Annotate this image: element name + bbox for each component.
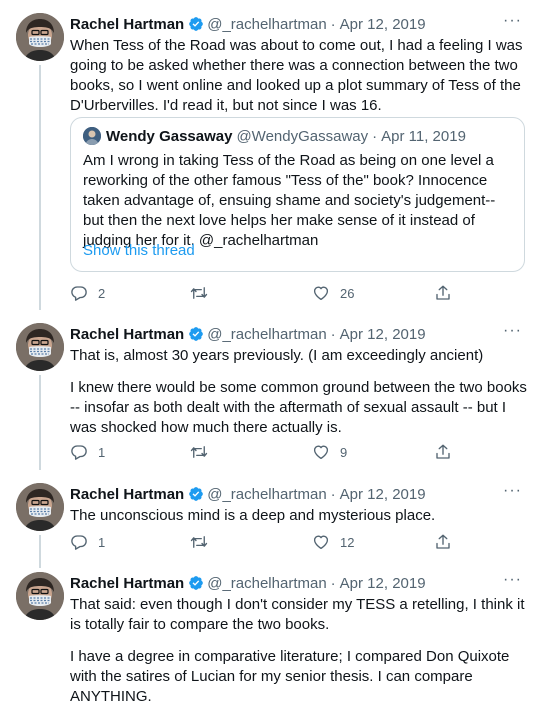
avatar[interactable] <box>16 483 64 531</box>
like-icon <box>312 443 330 461</box>
separator: · <box>330 325 336 343</box>
more-icon[interactable]: ··· <box>503 323 522 339</box>
tweet-actions: 2 26 <box>70 284 470 304</box>
tweet-text-paragraph-2: I have a degree in comparative literatur… <box>70 648 510 705</box>
retweet-icon <box>190 533 208 551</box>
like-icon <box>312 533 330 551</box>
author-handle[interactable]: @_rachelhartman <box>207 326 326 343</box>
tweet-text: The unconscious mind is a deep and myste… <box>70 507 436 524</box>
tweet-header: Rachel Hartman @_rachelhartman · Apr 12,… <box>70 572 426 594</box>
like-count: 12 <box>340 534 355 550</box>
reply-icon <box>70 533 88 551</box>
avatar-image <box>16 323 64 371</box>
tweet-header: Rachel Hartman @_rachelhartman · Apr 12,… <box>70 13 426 35</box>
reply-button[interactable]: 1 <box>70 443 105 461</box>
thread-line <box>39 375 41 470</box>
like-button[interactable]: 9 <box>312 443 347 461</box>
quoted-tweet[interactable]: Wendy Gassaway @WendyGassaway · Apr 11, … <box>70 117 525 272</box>
verified-icon <box>188 326 204 342</box>
tweet-1[interactable]: Rachel Hartman @_rachelhartman · Apr 12,… <box>0 13 540 313</box>
reply-count: 1 <box>98 444 106 460</box>
avatar[interactable] <box>16 323 64 371</box>
avatar[interactable] <box>16 13 64 61</box>
quoted-avatar <box>83 127 101 145</box>
tweet-text-paragraph-2: I knew there would be some common ground… <box>70 379 527 436</box>
share-icon <box>434 284 452 302</box>
more-icon[interactable]: ··· <box>503 13 522 29</box>
reply-button[interactable]: 2 <box>70 284 105 302</box>
thread-line <box>39 65 41 310</box>
verified-icon <box>188 575 204 591</box>
like-count: 26 <box>340 285 355 301</box>
tweet-2[interactable]: Rachel Hartman @_rachelhartman · Apr 12,… <box>0 323 540 473</box>
tweet-header: Rachel Hartman @_rachelhartman · Apr 12,… <box>70 323 426 345</box>
share-button[interactable] <box>434 284 452 302</box>
reply-count: 1 <box>98 534 106 550</box>
separator: · <box>330 574 336 592</box>
quoted-author-handle: @WendyGassaway <box>236 127 369 145</box>
reply-count: 2 <box>98 285 106 301</box>
reply-icon <box>70 284 88 302</box>
quoted-author-name: Wendy Gassaway <box>106 127 233 145</box>
avatar-image <box>16 483 64 531</box>
tweet-date[interactable]: Apr 12, 2019 <box>340 486 426 503</box>
retweet-icon <box>190 284 208 302</box>
tweet-header: Rachel Hartman @_rachelhartman · Apr 12,… <box>70 483 426 505</box>
author-handle[interactable]: @_rachelhartman <box>207 575 326 592</box>
author-name[interactable]: Rachel Hartman <box>70 326 184 343</box>
retweet-button[interactable] <box>190 443 218 461</box>
separator: · <box>330 485 336 503</box>
tweet-actions: 1 9 <box>70 443 470 463</box>
avatar-image <box>16 572 64 620</box>
author-name[interactable]: Rachel Hartman <box>70 486 184 503</box>
share-button[interactable] <box>434 443 452 461</box>
separator: · <box>372 127 378 145</box>
show-thread-link[interactable]: Show this thread <box>83 242 195 259</box>
tweet-4[interactable]: Rachel Hartman @_rachelhartman · Apr 12,… <box>0 572 540 705</box>
like-button[interactable]: 26 <box>312 284 354 302</box>
tweet-text: When Tess of the Road was about to come … <box>70 37 523 114</box>
quoted-tweet-header: Wendy Gassaway @WendyGassaway · Apr 11, … <box>83 127 466 145</box>
tweet-3[interactable]: Rachel Hartman @_rachelhartman · Apr 12,… <box>0 483 540 568</box>
share-icon <box>434 533 452 551</box>
avatar[interactable] <box>16 572 64 620</box>
tweet-actions: 1 12 <box>70 533 470 553</box>
more-icon[interactable]: ··· <box>503 572 522 588</box>
tweet-date[interactable]: Apr 12, 2019 <box>340 326 426 343</box>
quoted-tweet-date: Apr 11, 2019 <box>381 127 466 145</box>
reply-icon <box>70 443 88 461</box>
verified-icon <box>188 486 204 502</box>
separator: · <box>330 15 336 33</box>
retweet-button[interactable] <box>190 533 218 551</box>
reply-button[interactable]: 1 <box>70 533 105 551</box>
retweet-icon <box>190 443 208 461</box>
retweet-button[interactable] <box>190 284 218 302</box>
like-button[interactable]: 12 <box>312 533 354 551</box>
tweet-text-paragraph-1: That is, almost 30 years previously. (I … <box>70 347 484 364</box>
quoted-tweet-text: Am I wrong in taking Tess of the Road as… <box>83 152 496 249</box>
avatar-image <box>16 13 64 61</box>
author-handle[interactable]: @_rachelhartman <box>207 16 326 33</box>
verified-icon <box>188 16 204 32</box>
more-icon[interactable]: ··· <box>503 483 522 499</box>
thread-line <box>39 535 41 568</box>
tweet-date[interactable]: Apr 12, 2019 <box>340 575 426 592</box>
tweet-date[interactable]: Apr 12, 2019 <box>340 16 426 33</box>
author-name[interactable]: Rachel Hartman <box>70 16 184 33</box>
share-icon <box>434 443 452 461</box>
author-handle[interactable]: @_rachelhartman <box>207 486 326 503</box>
like-count: 9 <box>340 444 348 460</box>
tweet-text-paragraph-1: That said: even though I don't consider … <box>70 596 525 633</box>
author-name[interactable]: Rachel Hartman <box>70 575 184 592</box>
like-icon <box>312 284 330 302</box>
share-button[interactable] <box>434 533 452 551</box>
